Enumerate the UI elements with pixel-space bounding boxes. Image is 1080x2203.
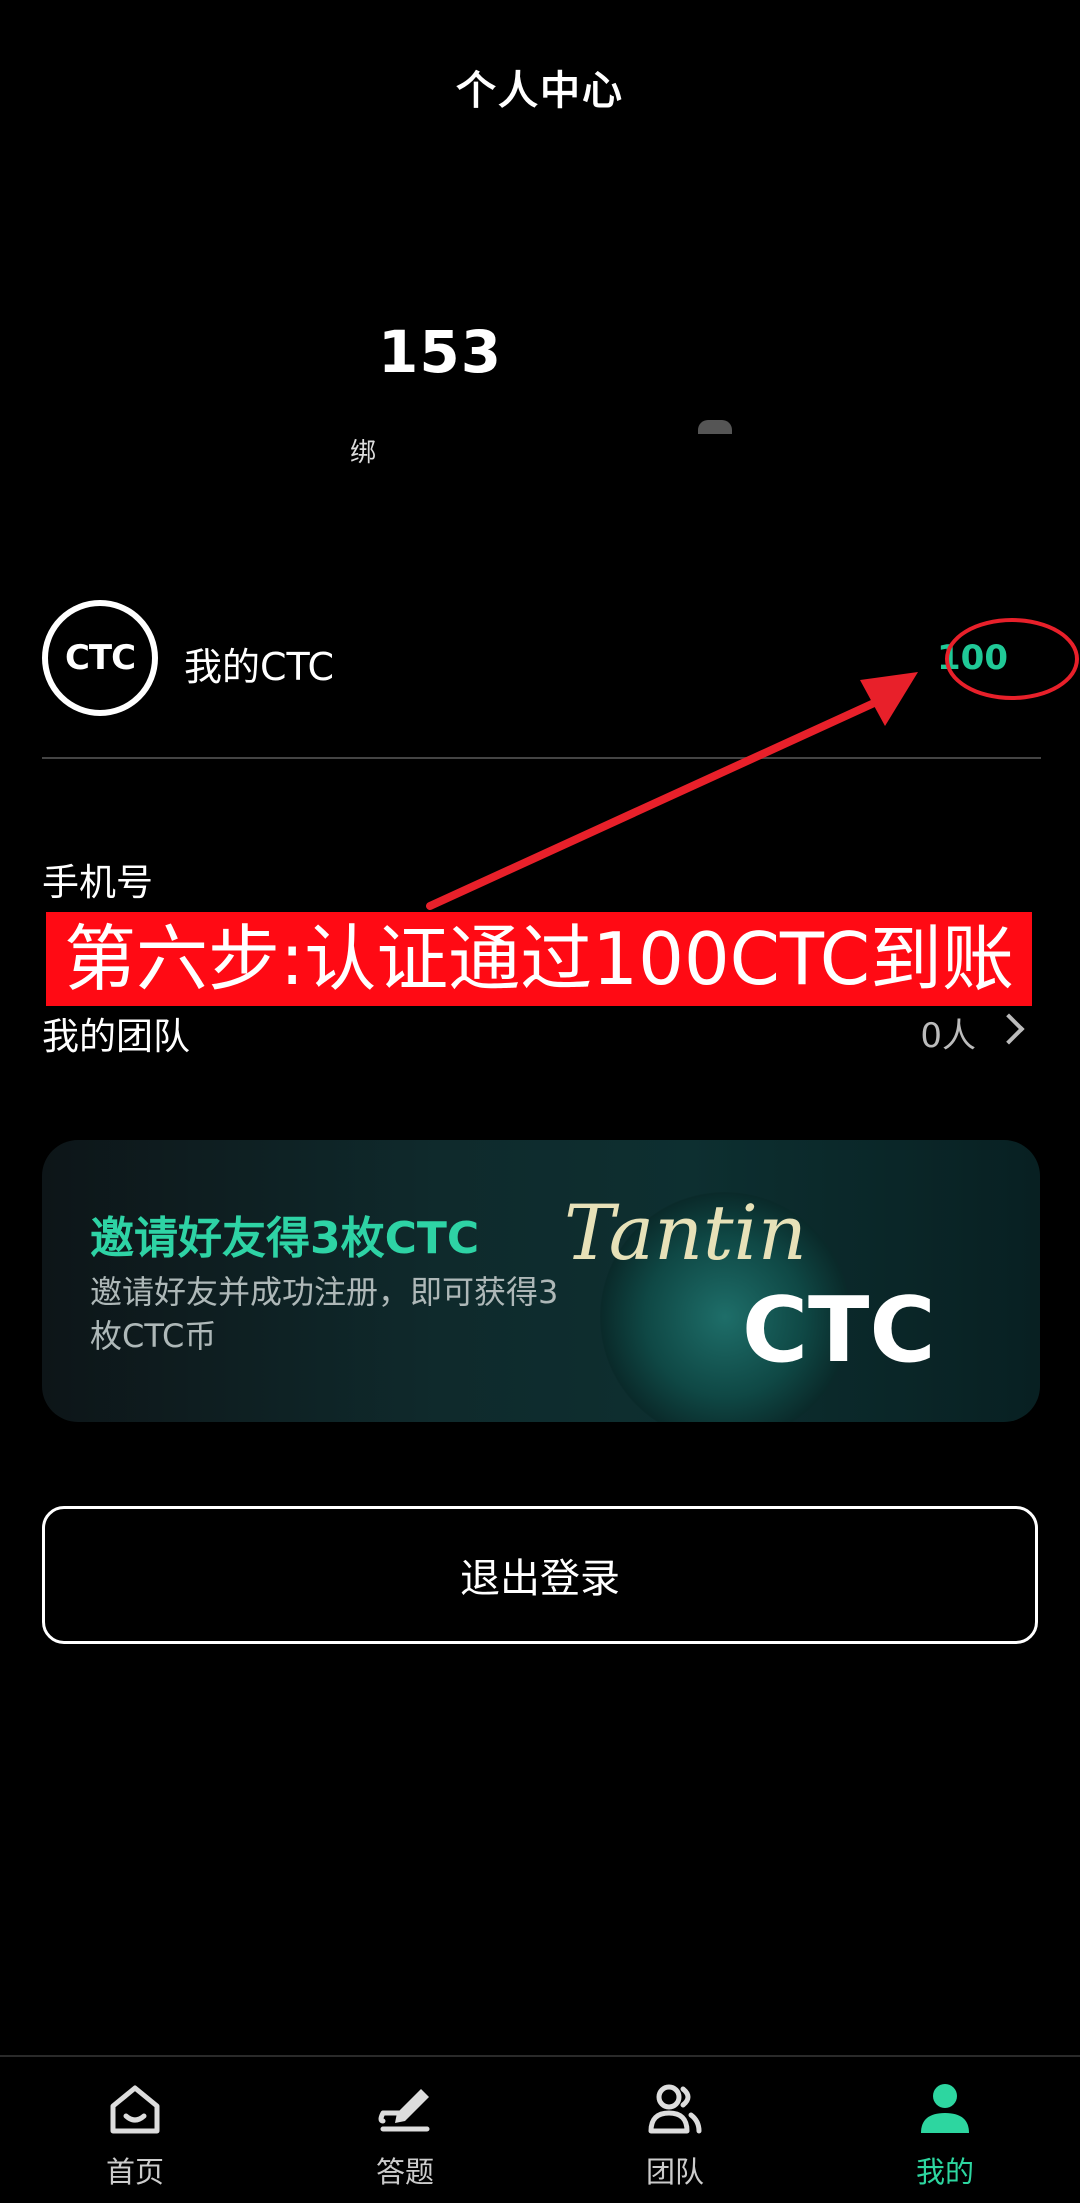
nav-label-quiz: 答题 [375,2155,434,2189]
user-icon [921,2084,969,2133]
brand-wordmark-ctc: CTC [742,1278,936,1383]
banner-description: 邀请好友并成功注册，即可获得3枚CTC币 [90,1273,559,1355]
team-icon [648,2084,702,2134]
home-icon [110,2085,160,2134]
nav-item-mine[interactable]: 我的 [855,2057,1035,2203]
nav-item-home[interactable]: 首页 [45,2057,225,2203]
nav-item-quiz[interactable]: 答题 [315,2057,495,2203]
nav-item-team[interactable]: 团队 [585,2057,765,2203]
nav-label-team: 团队 [645,2155,704,2189]
logout-button[interactable]: 退出登录 [42,1506,1038,1644]
nav-label-mine: 我的 [915,2155,974,2189]
bottom-nav: 首页 答题 团队 我的 [0,2057,1080,2203]
banner-title: 邀请好友得3枚CTC [90,1213,480,1264]
annotation-arrow-icon [426,672,918,910]
invite-banner[interactable]: 邀请好友得3枚CTC 邀请好友并成功注册，即可获得3枚CTC币 Tantin C… [42,1140,1040,1422]
brand-wordmark: Tantin [564,1188,807,1277]
nav-label-home: 首页 [105,2155,164,2189]
pen-icon [378,2089,430,2132]
